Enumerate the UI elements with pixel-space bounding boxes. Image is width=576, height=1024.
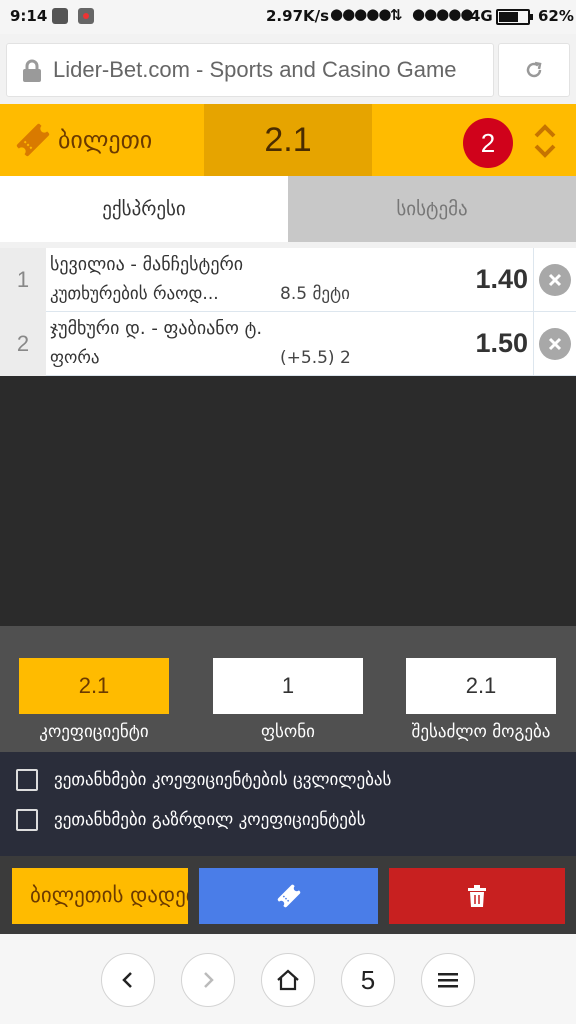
coefficient-value: 2.1 (19, 658, 169, 714)
bet-summary: 2.1 კოეფიციენტი 1 ფსონი 2.1 შესაძლო მოგე… (0, 626, 576, 752)
bet-market: კუთხურების რაოდ... (50, 284, 219, 304)
bet-pick: (+5.5) 2 (280, 348, 351, 368)
record-icon (78, 8, 94, 24)
menu-button[interactable] (421, 953, 475, 1007)
divider (533, 248, 534, 312)
bet-match: ჯუმხური დ. - ფაბიანო ტ. (50, 318, 263, 339)
bet-odd: 1.40 (475, 264, 528, 294)
network-type: 4G (470, 7, 493, 25)
possible-win-label: შესაძლო მოგება (411, 722, 551, 742)
bet-index: 2 (0, 312, 46, 376)
address-bar[interactable]: Lider-Bet.com - Sports and Casino Game (6, 43, 494, 97)
hamburger-menu-icon (438, 973, 458, 988)
forward-button[interactable] (181, 953, 235, 1007)
lock-icon (23, 59, 41, 82)
battery-percent: 62% (538, 7, 574, 25)
page-url: Lider-Bet.com - Sports and Casino Game (53, 57, 457, 82)
tabs-button[interactable]: 5 (341, 953, 395, 1007)
bet-pick: 8.5 მეტი (280, 284, 350, 304)
home-icon (277, 969, 299, 991)
total-odds: 2.1 (204, 104, 372, 176)
bet-match: სევილია - მანჩესტერი (50, 254, 244, 275)
close-icon (548, 273, 562, 287)
accept-increased-checkbox[interactable] (16, 809, 38, 831)
bet-market: ფორა (50, 348, 100, 368)
bet-index: 1 (0, 248, 46, 312)
browser-navigation: 5 (0, 934, 576, 1024)
expand-collapse-icon[interactable] (528, 120, 562, 162)
delete-ticket-button[interactable] (389, 868, 565, 924)
bet-count-badge: 2 (463, 118, 513, 168)
back-button[interactable] (101, 953, 155, 1007)
stake-input[interactable]: 1 (213, 658, 363, 714)
bet-row: 2 ჯუმხური დ. - ფაბიანო ტ. ფორა (+5.5) 2 … (0, 312, 576, 376)
notification-icon (52, 8, 68, 24)
chevron-left-icon (122, 972, 132, 988)
remove-bet-button[interactable] (539, 264, 571, 296)
accept-changes-label: ვეთანხმები კოეფიციენტების ცვლილებას (54, 770, 392, 790)
browser-toolbar: Lider-Bet.com - Sports and Casino Game (0, 34, 576, 104)
accept-changes-option[interactable]: ვეთანხმები კოეფიციენტების ცვლილებას (16, 769, 566, 795)
reload-icon (526, 61, 542, 78)
bet-type-tabs: ექსპრესი სისტემა (0, 176, 576, 242)
empty-area (0, 376, 576, 626)
bet-list: 1 სევილია - მანჩესტერი კუთხურების რაოდ..… (0, 242, 576, 376)
ticket-icon (277, 884, 300, 908)
tab-express[interactable]: ექსპრესი (0, 176, 288, 242)
possible-win-value: 2.1 (406, 658, 556, 714)
ticket-header[interactable]: ბილეთი 2.1 2 (0, 104, 576, 176)
status-bar: 9:14 2.97K/s ●●●●● ⇅ ●●●●● 4G 62% (0, 0, 576, 34)
trash-icon (468, 885, 486, 907)
place-bet-label: ბილეთის დადება (30, 883, 188, 907)
home-button[interactable] (261, 953, 315, 1007)
book-ticket-button[interactable] (199, 868, 378, 924)
signal-icon: ●●●●● (330, 5, 391, 23)
remove-bet-button[interactable] (539, 328, 571, 360)
coefficient-label: კოეფიციენტი (39, 722, 149, 742)
divider (533, 312, 534, 376)
stake-label: ფსონი (261, 722, 315, 742)
close-icon (548, 337, 562, 351)
agreement-options: ვეთანხმები კოეფიციენტების ცვლილებას ვეთა… (0, 752, 576, 856)
chevron-right-icon (204, 972, 214, 988)
data-transfer-icon: ⇅ (390, 6, 403, 24)
tab-system[interactable]: სისტემა (288, 176, 576, 242)
battery-icon (496, 9, 533, 25)
bet-odd: 1.50 (475, 328, 528, 358)
bet-row: 1 სევილია - მანჩესტერი კუთხურების რაოდ..… (0, 248, 576, 312)
ticket-icon (16, 123, 50, 157)
signal-icon: ●●●●● (412, 5, 473, 23)
reload-button[interactable] (498, 43, 570, 97)
accept-changes-checkbox[interactable] (16, 769, 38, 791)
place-bet-button[interactable]: ბილეთის დადება (12, 868, 188, 924)
accept-increased-label: ვეთანხმები გაზრდილ კოეფიციენტებს (54, 810, 366, 830)
accept-increased-option[interactable]: ვეთანხმები გაზრდილ კოეფიციენტებს (16, 809, 566, 835)
action-bar: ბილეთის დადება (0, 856, 576, 934)
ticket-title: ბილეთი (58, 126, 153, 154)
network-speed: 2.97K/s (266, 7, 330, 25)
status-time: 9:14 (10, 7, 48, 25)
